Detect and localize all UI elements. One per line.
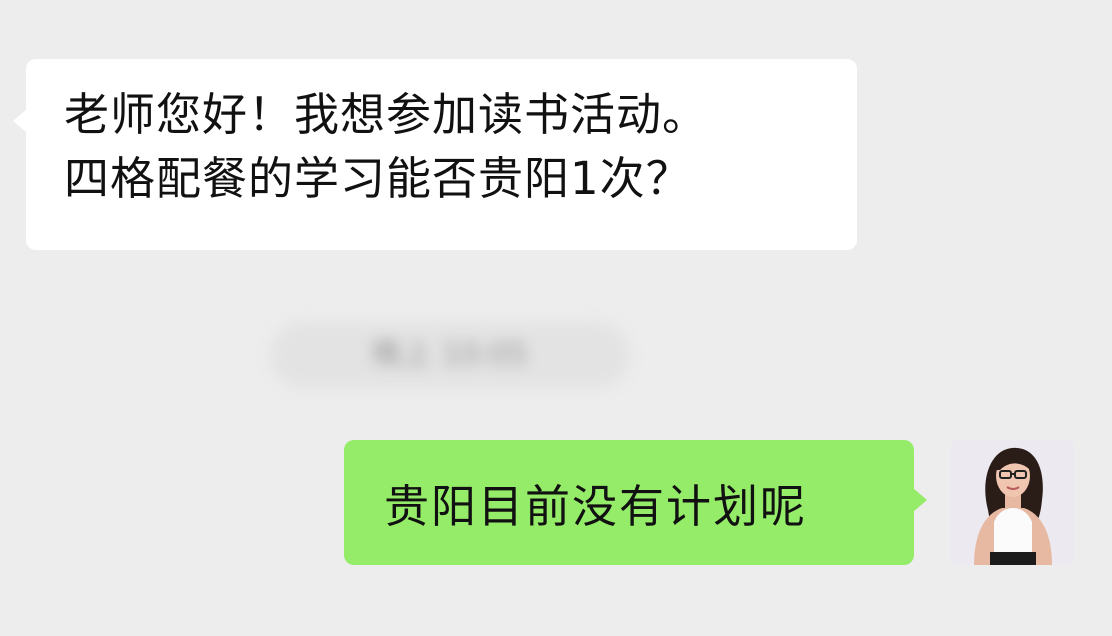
chat-view: 老师您好！我想参加读书活动。 四格配餐的学习能否贵阳1次？ 晚上 10:05 贵… <box>0 0 1112 636</box>
outgoing-message-bubble[interactable]: 贵阳目前没有计划呢 <box>344 440 927 565</box>
system-notice-blurred: 晚上 10:05 <box>270 322 630 388</box>
incoming-message-bubble[interactable]: 老师您好！我想参加读书活动。 四格配餐的学习能否贵阳1次？ <box>13 59 857 250</box>
outgoing-message-text: 贵阳目前没有计划呢 <box>384 480 808 533</box>
system-notice-text: 晚上 10:05 <box>372 337 528 372</box>
user-avatar-photo-icon <box>950 440 1075 565</box>
user-avatar[interactable] <box>950 440 1075 565</box>
incoming-message-text: 老师您好！我想参加读书活动。 四格配餐的学习能否贵阳1次？ <box>64 88 709 205</box>
